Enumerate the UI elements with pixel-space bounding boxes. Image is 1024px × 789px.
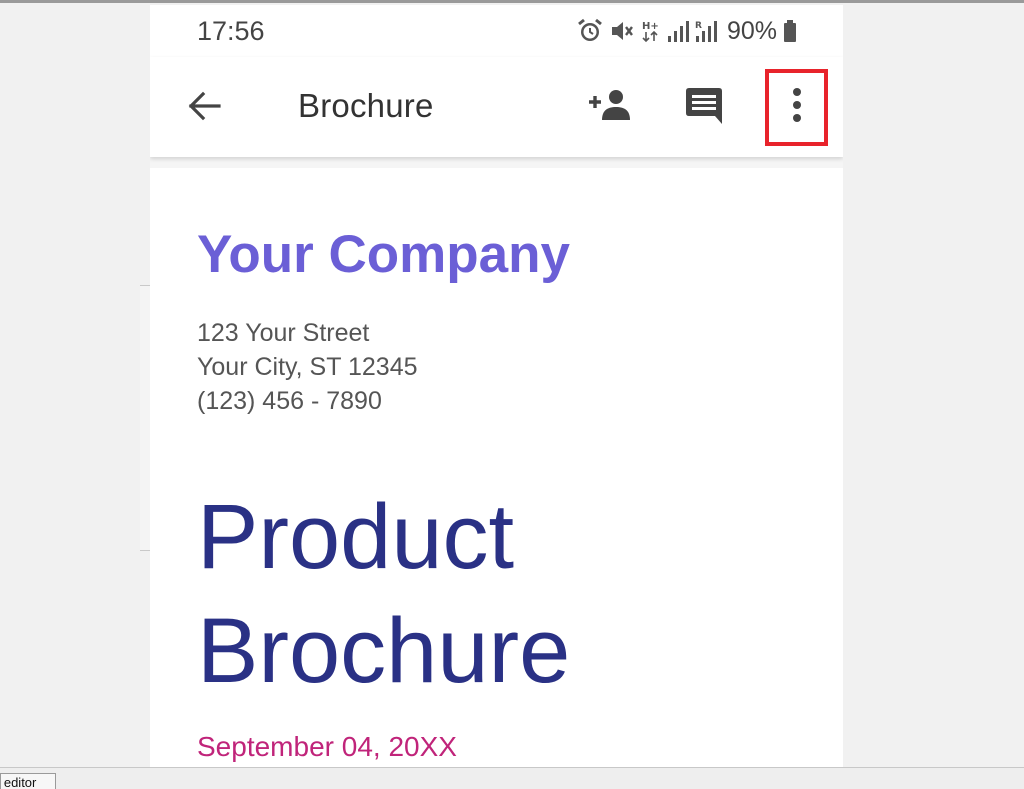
alarm-icon xyxy=(577,18,603,44)
battery-icon xyxy=(783,18,797,44)
svg-text:R: R xyxy=(695,21,702,31)
add-person-icon xyxy=(587,88,633,127)
document-date: September 04, 20XX xyxy=(197,731,457,762)
comment-icon xyxy=(684,87,724,130)
phone-screen: 17:56 H+ R 90% Brochure Your Company 123… xyxy=(150,5,843,767)
title-line: Brochure xyxy=(197,600,571,702)
address-line: 123 Your Street xyxy=(197,319,370,347)
back-button[interactable] xyxy=(184,88,224,128)
company-address: 123 Your Street Your City, ST 12345 (123… xyxy=(197,316,418,418)
status-bar: 17:56 H+ R 90% xyxy=(150,5,843,57)
roaming-signal-icon: R xyxy=(695,18,719,44)
back-arrow-icon xyxy=(187,91,221,126)
share-button[interactable] xyxy=(585,85,635,129)
status-icons: H+ R 90% xyxy=(577,17,797,46)
more-vert-icon xyxy=(791,86,803,129)
app-title: Brochure xyxy=(298,87,434,124)
taskbar: o editor xyxy=(0,767,1024,789)
hplus-data-icon: H+ xyxy=(641,18,661,44)
title-line: Product xyxy=(197,486,515,588)
svg-text:H+: H+ xyxy=(642,21,659,32)
comment-button[interactable] xyxy=(680,85,728,131)
battery-percent: 90% xyxy=(726,16,777,45)
company-name: Your Company xyxy=(197,225,570,284)
window-top-border xyxy=(0,0,1024,3)
status-time: 17:56 xyxy=(197,15,265,46)
taskbar-tab[interactable]: o editor xyxy=(0,773,56,789)
document-page[interactable]: Your Company 123 Your Street Your City, … xyxy=(150,168,843,767)
app-bar: Brochure xyxy=(150,57,843,157)
more-options-button[interactable] xyxy=(765,69,828,146)
address-line: (123) 456 - 7890 xyxy=(197,387,382,415)
taskbar-tab-label: o editor xyxy=(1,775,37,789)
mute-vibrate-icon xyxy=(609,18,635,44)
document-title: Product Brochure xyxy=(197,480,570,708)
address-line: Your City, ST 12345 xyxy=(197,353,418,381)
signal-icon xyxy=(667,18,689,44)
